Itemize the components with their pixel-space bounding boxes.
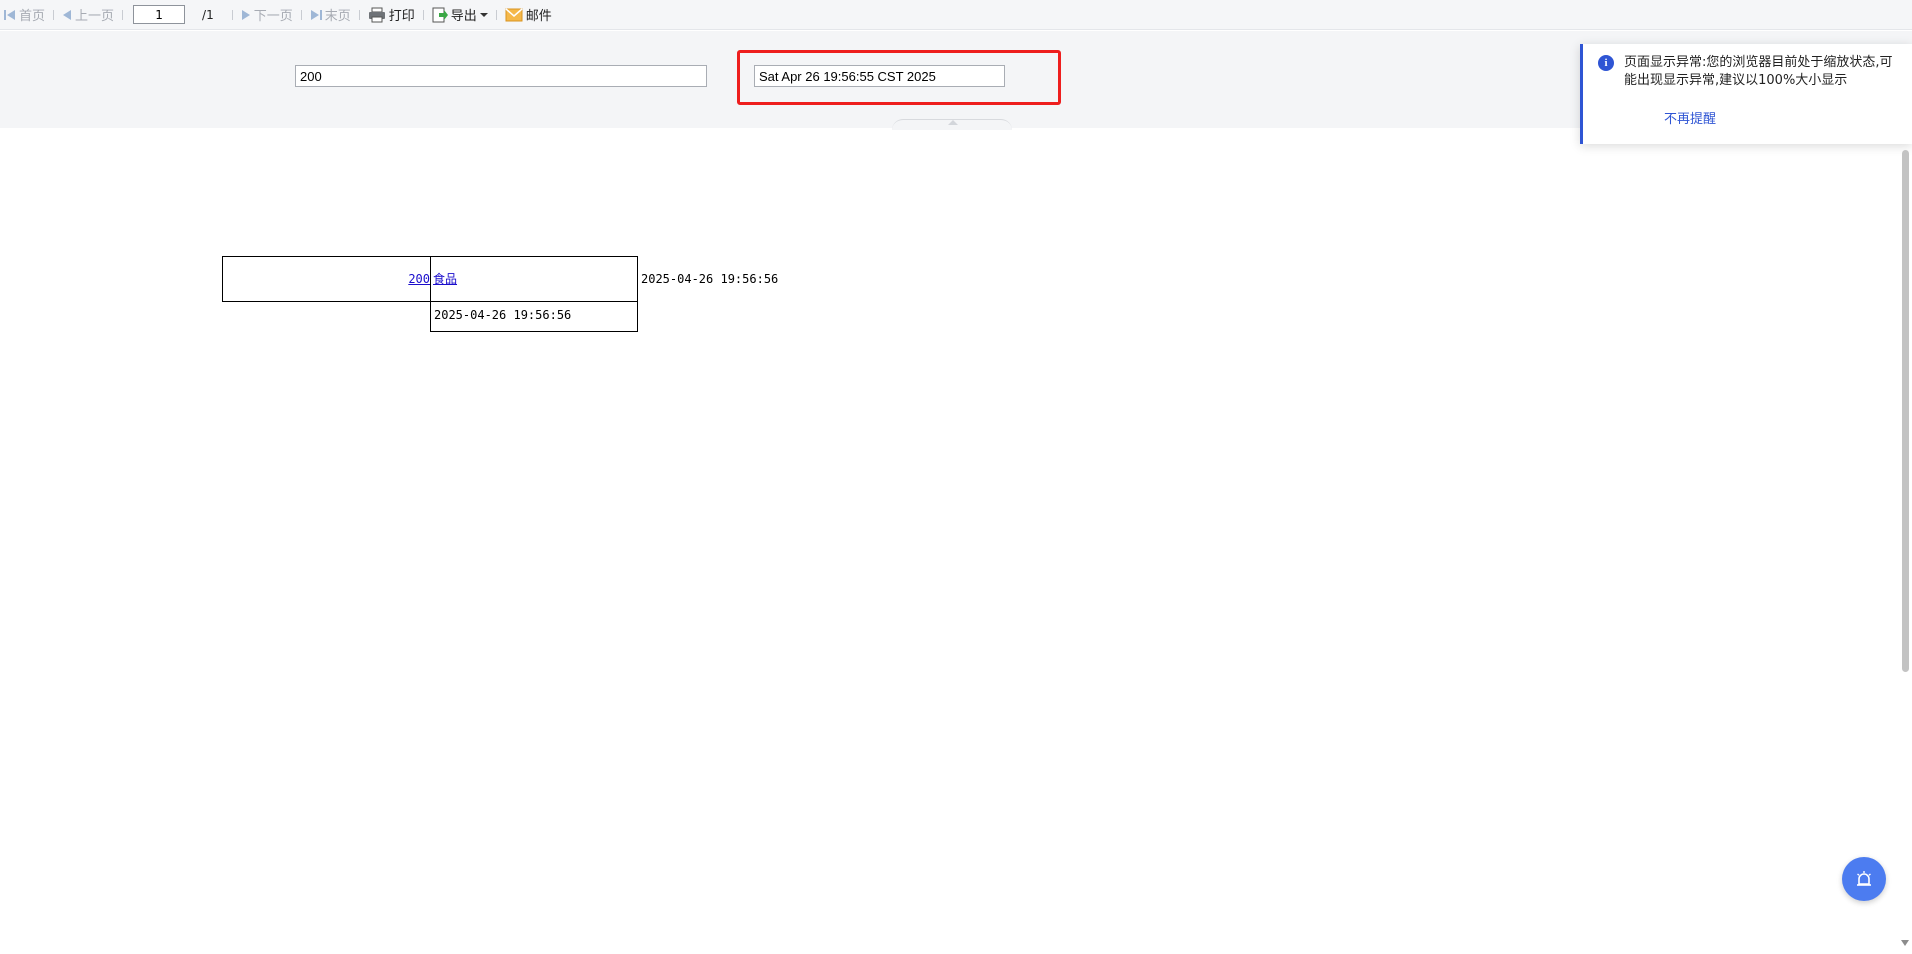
- toolbar-divider: [231, 9, 233, 20]
- toolbar-divider: [358, 9, 360, 20]
- report-timestamp-cell: 2025-04-26 19:56:56: [430, 301, 638, 332]
- printer-icon: [368, 7, 385, 22]
- dismiss-link[interactable]: 不再提醒: [1664, 108, 1716, 127]
- toolbar-divider: [122, 9, 124, 20]
- prev-page-label: 上一页: [75, 9, 115, 24]
- mail-label: 邮件: [525, 9, 552, 24]
- info-icon: i: [1598, 55, 1614, 71]
- last-page-label: 末页: [324, 9, 351, 24]
- category-link[interactable]: 食品: [433, 272, 457, 286]
- first-page-button[interactable]: 首页: [4, 0, 45, 30]
- print-button[interactable]: 打印: [368, 0, 415, 30]
- alarm-icon: [1857, 871, 1871, 886]
- toolbar-divider: [495, 9, 497, 20]
- vertical-scrollbar-thumb[interactable]: [1902, 150, 1909, 672]
- toolbar-divider: [53, 9, 55, 20]
- zoom-warning-notification: i 页面显示异常:您的浏览器目前处于缩放状态,可能出现显示异常,建议以100%大…: [1580, 44, 1912, 144]
- value-input[interactable]: [295, 65, 707, 87]
- prev-page-button[interactable]: 上一页: [62, 0, 114, 30]
- id-link[interactable]: 200: [408, 272, 430, 286]
- mail-icon: [505, 7, 523, 21]
- next-page-button[interactable]: 下一页: [241, 0, 293, 30]
- export-icon: [432, 7, 448, 22]
- page-total: /1: [202, 7, 214, 22]
- date-input[interactable]: [754, 65, 1005, 87]
- mail-button[interactable]: 邮件: [505, 0, 552, 30]
- report-cell-id: 200: [222, 256, 431, 302]
- chevron-up-icon: [948, 120, 958, 125]
- toolbar-divider: [300, 9, 302, 20]
- last-page-icon: [310, 9, 322, 20]
- last-page-button[interactable]: 末页: [310, 0, 351, 30]
- first-page-icon: [4, 9, 15, 20]
- report-cell-category: 食品: [430, 256, 638, 302]
- report-toolbar: 首页 上一页 /1 下一页 末页 打印: [0, 0, 1912, 30]
- next-page-icon: [241, 9, 250, 20]
- export-label: 导出: [450, 9, 477, 24]
- print-label: 打印: [388, 9, 415, 24]
- next-page-label: 下一页: [253, 9, 293, 24]
- first-page-label: 首页: [19, 9, 46, 24]
- floating-alarm-button[interactable]: [1842, 857, 1886, 901]
- export-button[interactable]: 导出: [432, 0, 488, 30]
- scroll-down-arrow-icon[interactable]: [1901, 940, 1909, 946]
- toolbar-divider: [422, 9, 424, 20]
- chevron-down-icon: [479, 12, 488, 17]
- notification-message: 页面显示异常:您的浏览器目前处于缩放状态,可能出现显示异常,建议以100%大小显…: [1624, 55, 1893, 88]
- page-number-input[interactable]: [133, 5, 186, 24]
- prev-page-icon: [63, 9, 72, 20]
- report-timestamp-outside: 2025-04-26 19:56:56: [641, 272, 779, 286]
